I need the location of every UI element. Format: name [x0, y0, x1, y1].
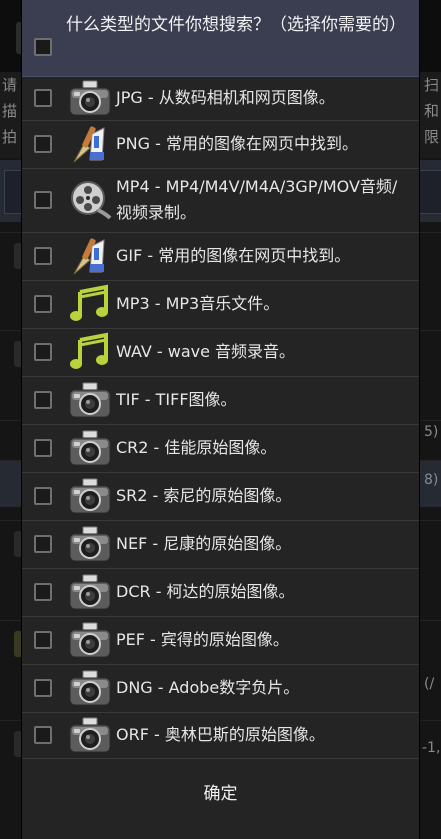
file-type-label: ORF - 奥林巴斯的原始图像。: [116, 725, 325, 744]
note-fragment: 限: [424, 128, 440, 146]
file-type-item[interactable]: NEF - 尼康的原始图像。: [22, 520, 419, 569]
camera-icon: [68, 715, 112, 755]
file-type-item[interactable]: SR2 - 索尼的原始图像。: [22, 472, 419, 521]
note-fragment: 请: [2, 76, 18, 94]
note-fragment: 拍: [2, 128, 18, 146]
file-type-item[interactable]: PNG - 常用的图像在网页中找到。: [22, 120, 419, 169]
file-type-checkbox[interactable]: [34, 391, 52, 409]
file-type-checkbox[interactable]: [34, 89, 52, 107]
music-note-icon: [68, 332, 112, 372]
file-type-dialog: 什么类型的文件你想搜索？（选择你需要的） JPG - 从数码相机和网页图像。 PN…: [22, 0, 419, 839]
file-type-item[interactable]: ORF - 奥林巴斯的原始图像。: [22, 712, 419, 759]
camera-icon: [68, 428, 112, 468]
dialog-title: 什么类型的文件你想搜索？（选择你需要的）: [66, 15, 406, 35]
file-type-label: MP3 - MP3音乐文件。: [116, 294, 280, 313]
file-type-item[interactable]: GIF - 常用的图像在网页中找到。: [22, 232, 419, 281]
note-fragment: 扫: [424, 76, 440, 94]
file-type-item[interactable]: MP4 - MP4/M4V/M4A/3GP/MOV音频/视频录制。: [22, 168, 419, 233]
file-type-label: DNG - Adobe数字负片。: [116, 678, 300, 697]
camera-icon: [68, 524, 112, 564]
file-type-label: NEF - 尼康的原始图像。: [116, 534, 292, 553]
ok-button[interactable]: 确定: [22, 758, 419, 825]
background-side-text: (/: [424, 676, 435, 692]
camera-icon: [68, 572, 112, 612]
background-side-text: 8): [424, 472, 439, 488]
background-side-text: -1,: [422, 740, 441, 756]
file-type-item[interactable]: DCR - 柯达的原始图像。: [22, 568, 419, 617]
file-type-checkbox[interactable]: [34, 631, 52, 649]
paint-brush-icon: [68, 236, 112, 276]
paint-brush-icon: [68, 124, 112, 164]
file-type-item[interactable]: TIF - TIFF图像。: [22, 376, 419, 425]
file-type-checkbox[interactable]: [34, 343, 52, 361]
file-type-checkbox[interactable]: [34, 439, 52, 457]
file-type-item[interactable]: WAV - wave 音频录音。: [22, 328, 419, 377]
file-type-label: PNG - 常用的图像在网页中找到。: [116, 134, 358, 153]
film-reel-icon: [68, 180, 112, 220]
file-type-checkbox[interactable]: [34, 295, 52, 313]
file-type-item[interactable]: MP3 - MP3音乐文件。: [22, 280, 419, 329]
file-type-label: PEF - 宾得的原始图像。: [116, 630, 289, 649]
camera-icon: [68, 668, 112, 708]
file-type-label: DCR - 柯达的原始图像。: [116, 582, 295, 601]
file-type-checkbox[interactable]: [34, 535, 52, 553]
file-type-item[interactable]: PEF - 宾得的原始图像。: [22, 616, 419, 665]
file-type-item[interactable]: CR2 - 佳能原始图像。: [22, 424, 419, 473]
note-fragment: 和: [424, 102, 440, 120]
file-type-checkbox[interactable]: [34, 247, 52, 265]
file-type-checkbox[interactable]: [34, 487, 52, 505]
file-type-label: SR2 - 索尼的原始图像。: [116, 486, 292, 505]
file-type-checkbox[interactable]: [34, 583, 52, 601]
file-type-label: WAV - wave 音频录音。: [116, 342, 296, 361]
file-type-checkbox[interactable]: [34, 679, 52, 697]
file-type-label: GIF - 常用的图像在网页中找到。: [116, 246, 351, 265]
music-note-icon: [68, 284, 112, 324]
dialog-header[interactable]: 什么类型的文件你想搜索？（选择你需要的）: [22, 0, 419, 77]
file-type-label: CR2 - 佳能原始图像。: [116, 438, 277, 457]
select-all-checkbox[interactable]: [34, 38, 52, 56]
file-type-item[interactable]: JPG - 从数码相机和网页图像。: [22, 76, 419, 121]
file-type-checkbox[interactable]: [34, 135, 52, 153]
file-type-label: MP4 - MP4/M4V/M4A/3GP/MOV音频/视频录制。: [116, 177, 398, 222]
note-fragment: 描: [2, 102, 18, 120]
background-side-text: 5): [424, 424, 439, 440]
camera-icon: [68, 620, 112, 660]
ok-button-label: 确定: [203, 784, 238, 804]
file-type-label: TIF - TIFF图像。: [116, 390, 237, 409]
camera-icon: [68, 476, 112, 516]
file-type-checkbox[interactable]: [34, 191, 52, 209]
file-type-checkbox[interactable]: [34, 726, 52, 744]
camera-icon: [68, 78, 112, 118]
file-type-item[interactable]: DNG - Adobe数字负片。: [22, 664, 419, 713]
camera-icon: [68, 380, 112, 420]
file-type-label: JPG - 从数码相机和网页图像。: [116, 88, 335, 107]
